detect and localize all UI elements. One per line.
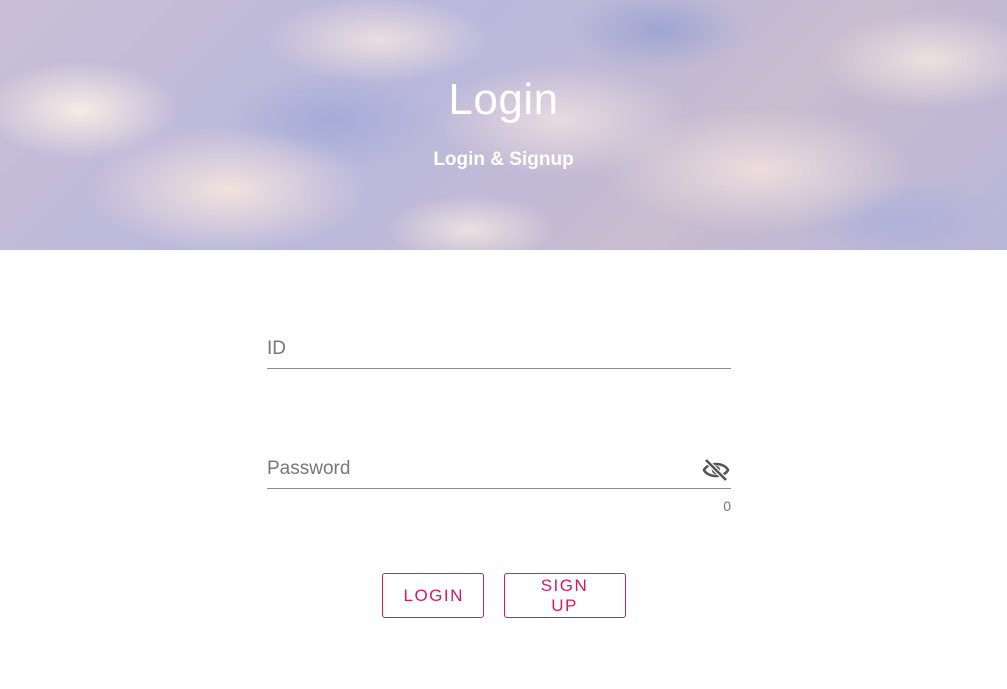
- login-button[interactable]: LOGIN: [381, 573, 484, 618]
- signup-button[interactable]: SIGN UP: [503, 573, 626, 618]
- password-input[interactable]: [267, 458, 731, 489]
- eye-off-icon[interactable]: [701, 457, 731, 483]
- id-field-container: [267, 338, 731, 369]
- action-buttons: LOGIN SIGN UP: [0, 573, 1007, 618]
- page-subtitle: Login & Signup: [433, 149, 574, 170]
- id-input[interactable]: [267, 338, 731, 369]
- password-field-container: 0: [267, 457, 731, 514]
- page-title: Login: [448, 75, 559, 124]
- header-banner: Login Login & Signup: [0, 0, 1007, 250]
- password-char-counter: 0: [723, 498, 731, 514]
